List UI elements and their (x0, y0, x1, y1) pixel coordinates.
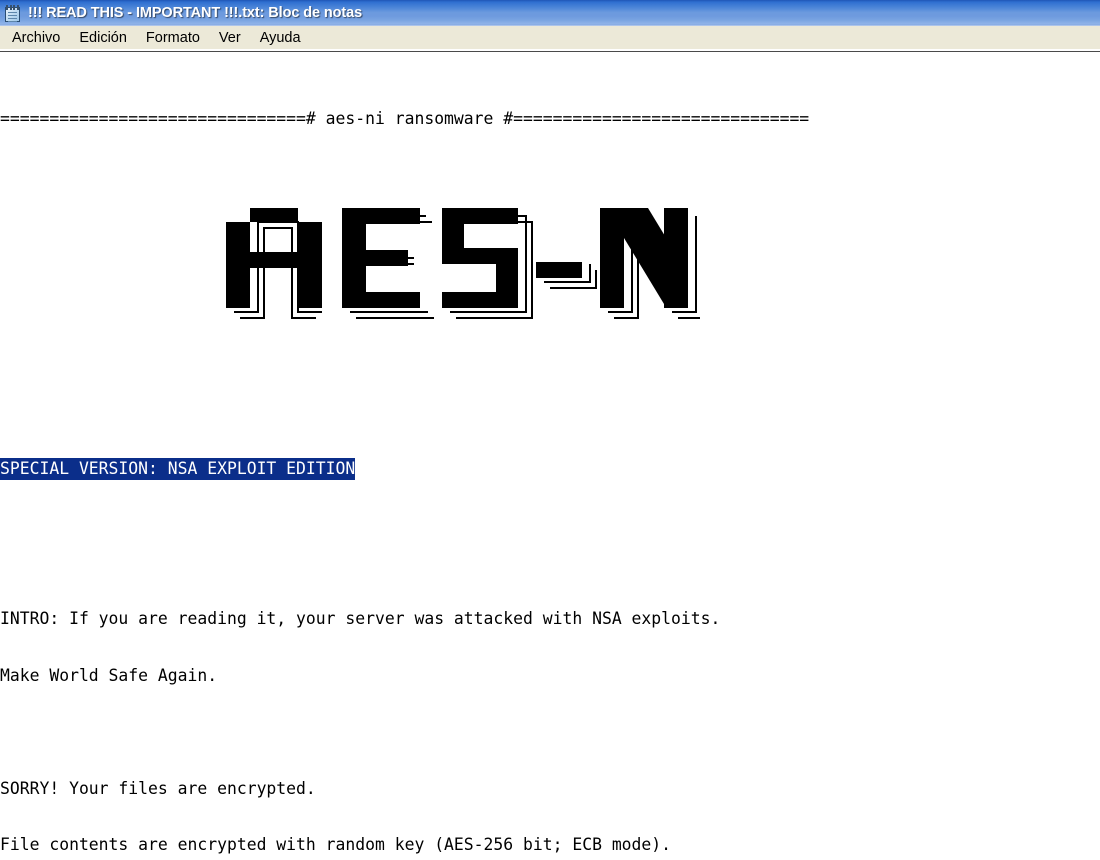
menu-item-ayuda[interactable]: Ayuda (251, 28, 310, 49)
text-edit-area[interactable]: ===============================# aes-ni … (0, 52, 1100, 860)
note-line-4: File contents are encrypted with random … (0, 834, 672, 854)
note-line-3: SORRY! Your files are encrypted. (0, 778, 316, 798)
title-bar[interactable]: !!! READ THIS - IMPORTANT !!!.txt: Bloc … (0, 0, 1100, 26)
menu-item-archivo[interactable]: Archivo (3, 28, 69, 49)
notepad-icon (4, 4, 22, 23)
aes-ni-logo-graphic (226, 208, 700, 320)
header-rule-line: ===============================# aes-ni … (0, 109, 810, 129)
selected-headline-line: SPECIAL VERSION: NSA EXPLOIT EDITION (0, 457, 1100, 480)
menu-bar: Archivo Edición Formato Ver Ayuda (0, 26, 1100, 52)
menu-item-formato[interactable]: Formato (137, 28, 209, 49)
window-title: !!! READ THIS - IMPORTANT !!!.txt: Bloc … (28, 5, 363, 21)
logo-spacer-line (0, 385, 1100, 404)
note-line-2 (0, 723, 1100, 742)
note-line-0: INTRO: If you are reading it, your serve… (0, 609, 721, 629)
menu-item-edicion[interactable]: Edición (70, 28, 136, 49)
note-line-1: Make World Safe Again. (0, 665, 218, 685)
menu-item-ver[interactable]: Ver (210, 28, 250, 49)
notepad-window: !!! READ THIS - IMPORTANT !!!.txt: Bloc … (0, 0, 1100, 860)
selected-text[interactable]: SPECIAL VERSION: NSA EXPLOIT EDITION (0, 457, 356, 480)
aes-ni-logo (0, 208, 1100, 326)
ransom-note-text[interactable]: ===============================# aes-ni … (0, 52, 1100, 860)
